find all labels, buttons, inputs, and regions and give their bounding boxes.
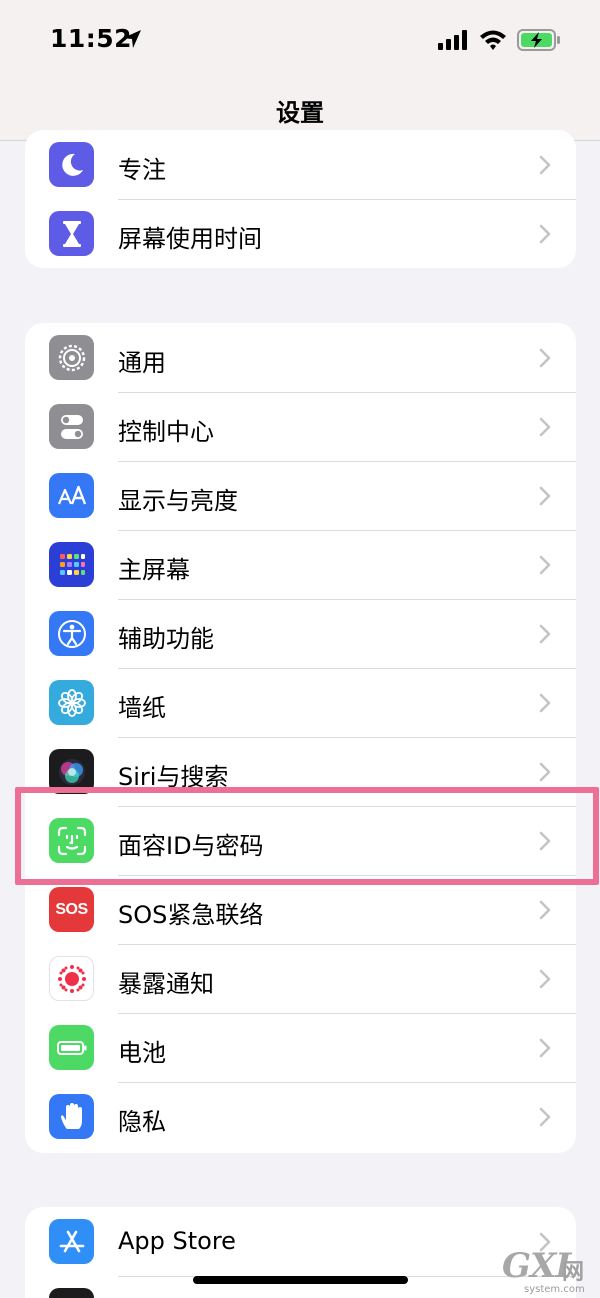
settings-row-control-center[interactable]: 控制中心 [25, 392, 576, 461]
watermark-main: GXI [502, 1246, 571, 1286]
app-store-icon [49, 1219, 94, 1264]
gear-icon [49, 335, 94, 380]
settings-row-screen-time[interactable]: 屏幕使用时间 [25, 199, 576, 268]
hand-icon [49, 1094, 94, 1139]
chevron-right-icon [539, 900, 551, 920]
chevron-right-icon [539, 762, 551, 782]
wifi-icon [480, 30, 506, 50]
face-id-icon [49, 818, 94, 863]
settings-row-accessibility[interactable]: 辅助功能 [25, 599, 576, 668]
settings-row-app-store[interactable]: App Store [25, 1207, 576, 1276]
settings-row-label: SOS紧急联络 [118, 901, 264, 929]
settings-row-general[interactable]: 通用 [25, 323, 576, 392]
settings-row-display[interactable]: 显示与亮度 [25, 461, 576, 530]
accessibility-icon [49, 611, 94, 656]
home-grid-icon [49, 542, 94, 587]
settings-row-face-id[interactable]: 面容ID与密码 [25, 806, 576, 875]
page-title: 设置 [276, 98, 324, 127]
settings-group-focus: 专注 屏幕使用时间 [25, 130, 576, 268]
chevron-right-icon [539, 417, 551, 437]
settings-row-label: Siri与搜索 [118, 763, 229, 791]
battery-icon [49, 1025, 94, 1070]
flower-icon [49, 680, 94, 725]
settings-row-emergency-sos[interactable]: SOS SOS紧急联络 [25, 875, 576, 944]
watermark-cn: 网 [562, 1259, 585, 1285]
settings-row-label: 暴露通知 [118, 970, 214, 998]
location-arrow-icon [123, 30, 141, 48]
watermark-sub: system.com [524, 1284, 585, 1295]
settings-row-label: 屏幕使用时间 [118, 225, 262, 253]
settings-row-label: 墙纸 [118, 694, 166, 722]
moon-icon [49, 142, 94, 187]
home-indicator[interactable] [193, 1276, 408, 1284]
toggles-icon [49, 404, 94, 449]
siri-icon [49, 749, 94, 794]
settings-row-battery[interactable]: 电池 [25, 1013, 576, 1082]
settings-row-home-screen[interactable]: 主屏幕 [25, 530, 576, 599]
status-time: 11:52 [50, 24, 133, 53]
status-bar: 11:52 [0, 0, 600, 80]
chevron-right-icon [539, 693, 551, 713]
wallet-icon [49, 1288, 94, 1298]
hourglass-icon [49, 211, 94, 256]
settings-group-general: 通用 控制中心 显示与亮度 主屏幕 辅助功能 墙纸 Siri与搜索 面容ID与密… [25, 323, 576, 1153]
chevron-right-icon [539, 224, 551, 244]
chevron-right-icon [539, 348, 551, 368]
sos-icon: SOS [49, 887, 94, 932]
settings-row-label: 隐私 [118, 1108, 166, 1136]
settings-row-label: 专注 [118, 156, 166, 184]
settings-row-label: 电池 [118, 1039, 166, 1067]
sos-icon-text: SOS [55, 900, 88, 918]
settings-row-siri[interactable]: Siri与搜索 [25, 737, 576, 806]
chevron-right-icon [539, 486, 551, 506]
settings-row-label: 主屏幕 [118, 556, 190, 584]
watermark-logo: GXI 网 system.com [498, 1246, 598, 1296]
chevron-right-icon [539, 624, 551, 644]
chevron-right-icon [539, 831, 551, 851]
text-size-icon [49, 473, 94, 518]
chevron-right-icon [539, 155, 551, 175]
settings-row-label: 辅助功能 [118, 625, 214, 653]
settings-row-label: 显示与亮度 [118, 487, 238, 515]
chevron-right-icon [539, 1038, 551, 1058]
chevron-right-icon [539, 1107, 551, 1127]
exposure-icon [49, 956, 94, 1001]
settings-row-label: 通用 [118, 349, 166, 377]
settings-row-focus[interactable]: 专注 [25, 130, 576, 199]
settings-row-label: App Store [118, 1227, 236, 1255]
battery-status-icon [517, 29, 560, 51]
settings-row-wallpaper[interactable]: 墙纸 [25, 668, 576, 737]
cellular-signal-icon [438, 30, 467, 50]
chevron-right-icon [539, 969, 551, 989]
settings-row-privacy[interactable]: 隐私 [25, 1082, 576, 1151]
chevron-right-icon [539, 555, 551, 575]
settings-row-exposure-notifications[interactable]: 暴露通知 [25, 944, 576, 1013]
settings-group-store: App Store [25, 1207, 576, 1298]
settings-row-label: 面容ID与密码 [118, 832, 264, 860]
settings-row-label: 控制中心 [118, 418, 214, 446]
